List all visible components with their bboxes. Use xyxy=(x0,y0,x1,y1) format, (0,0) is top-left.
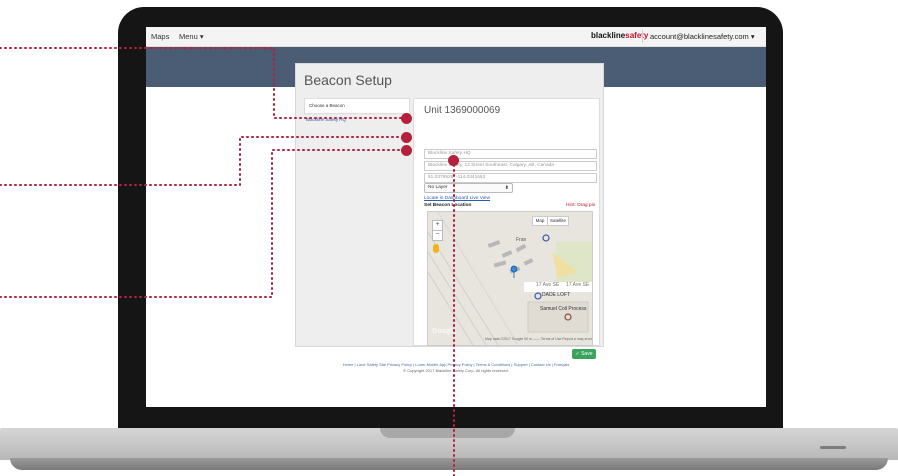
callout-overlay xyxy=(0,47,455,476)
callout-line-name xyxy=(0,47,407,119)
callout-pin-name xyxy=(401,113,412,124)
callout-pin-coordinates xyxy=(401,145,412,156)
callout-line-address xyxy=(0,136,407,186)
callout-line-coordinates xyxy=(0,149,407,298)
callout-pin-layer xyxy=(448,155,459,166)
callout-pin-address xyxy=(401,132,412,143)
